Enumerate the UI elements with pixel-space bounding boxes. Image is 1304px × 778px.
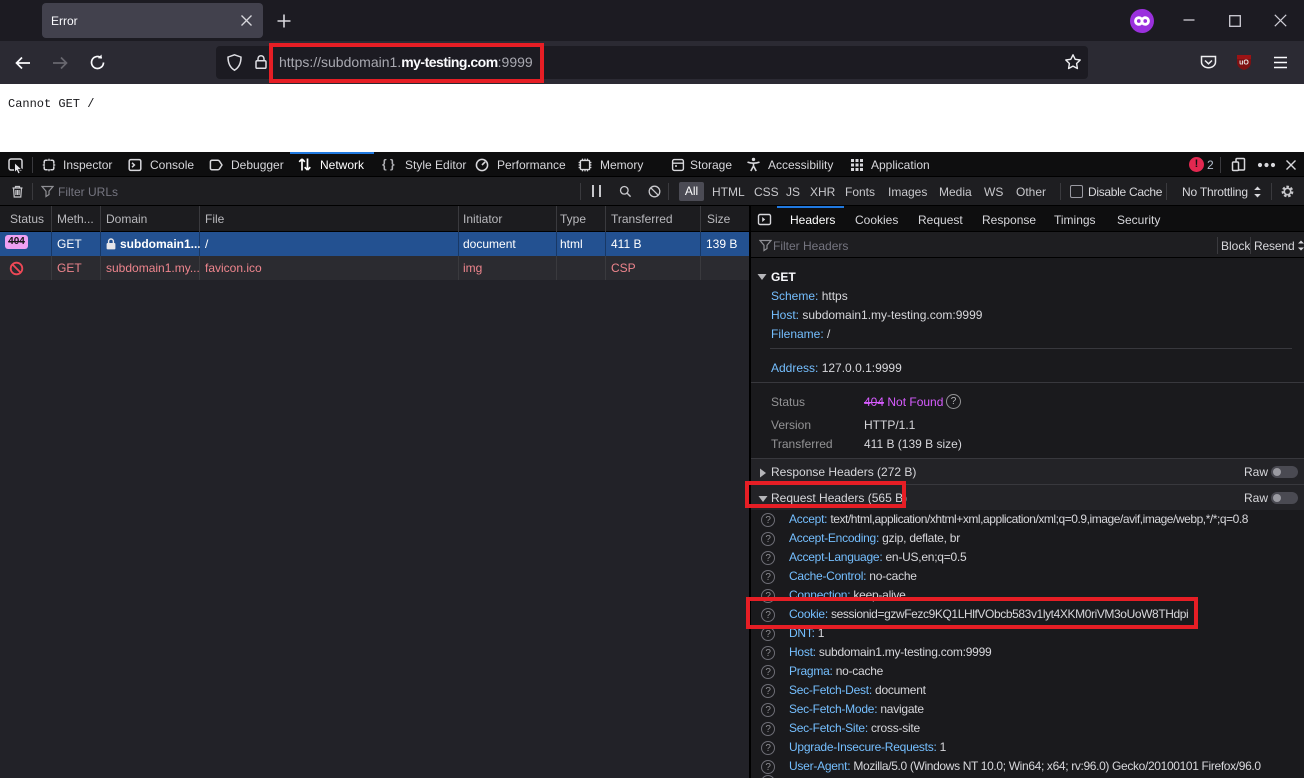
svg-text:uO: uO — [1239, 60, 1249, 67]
